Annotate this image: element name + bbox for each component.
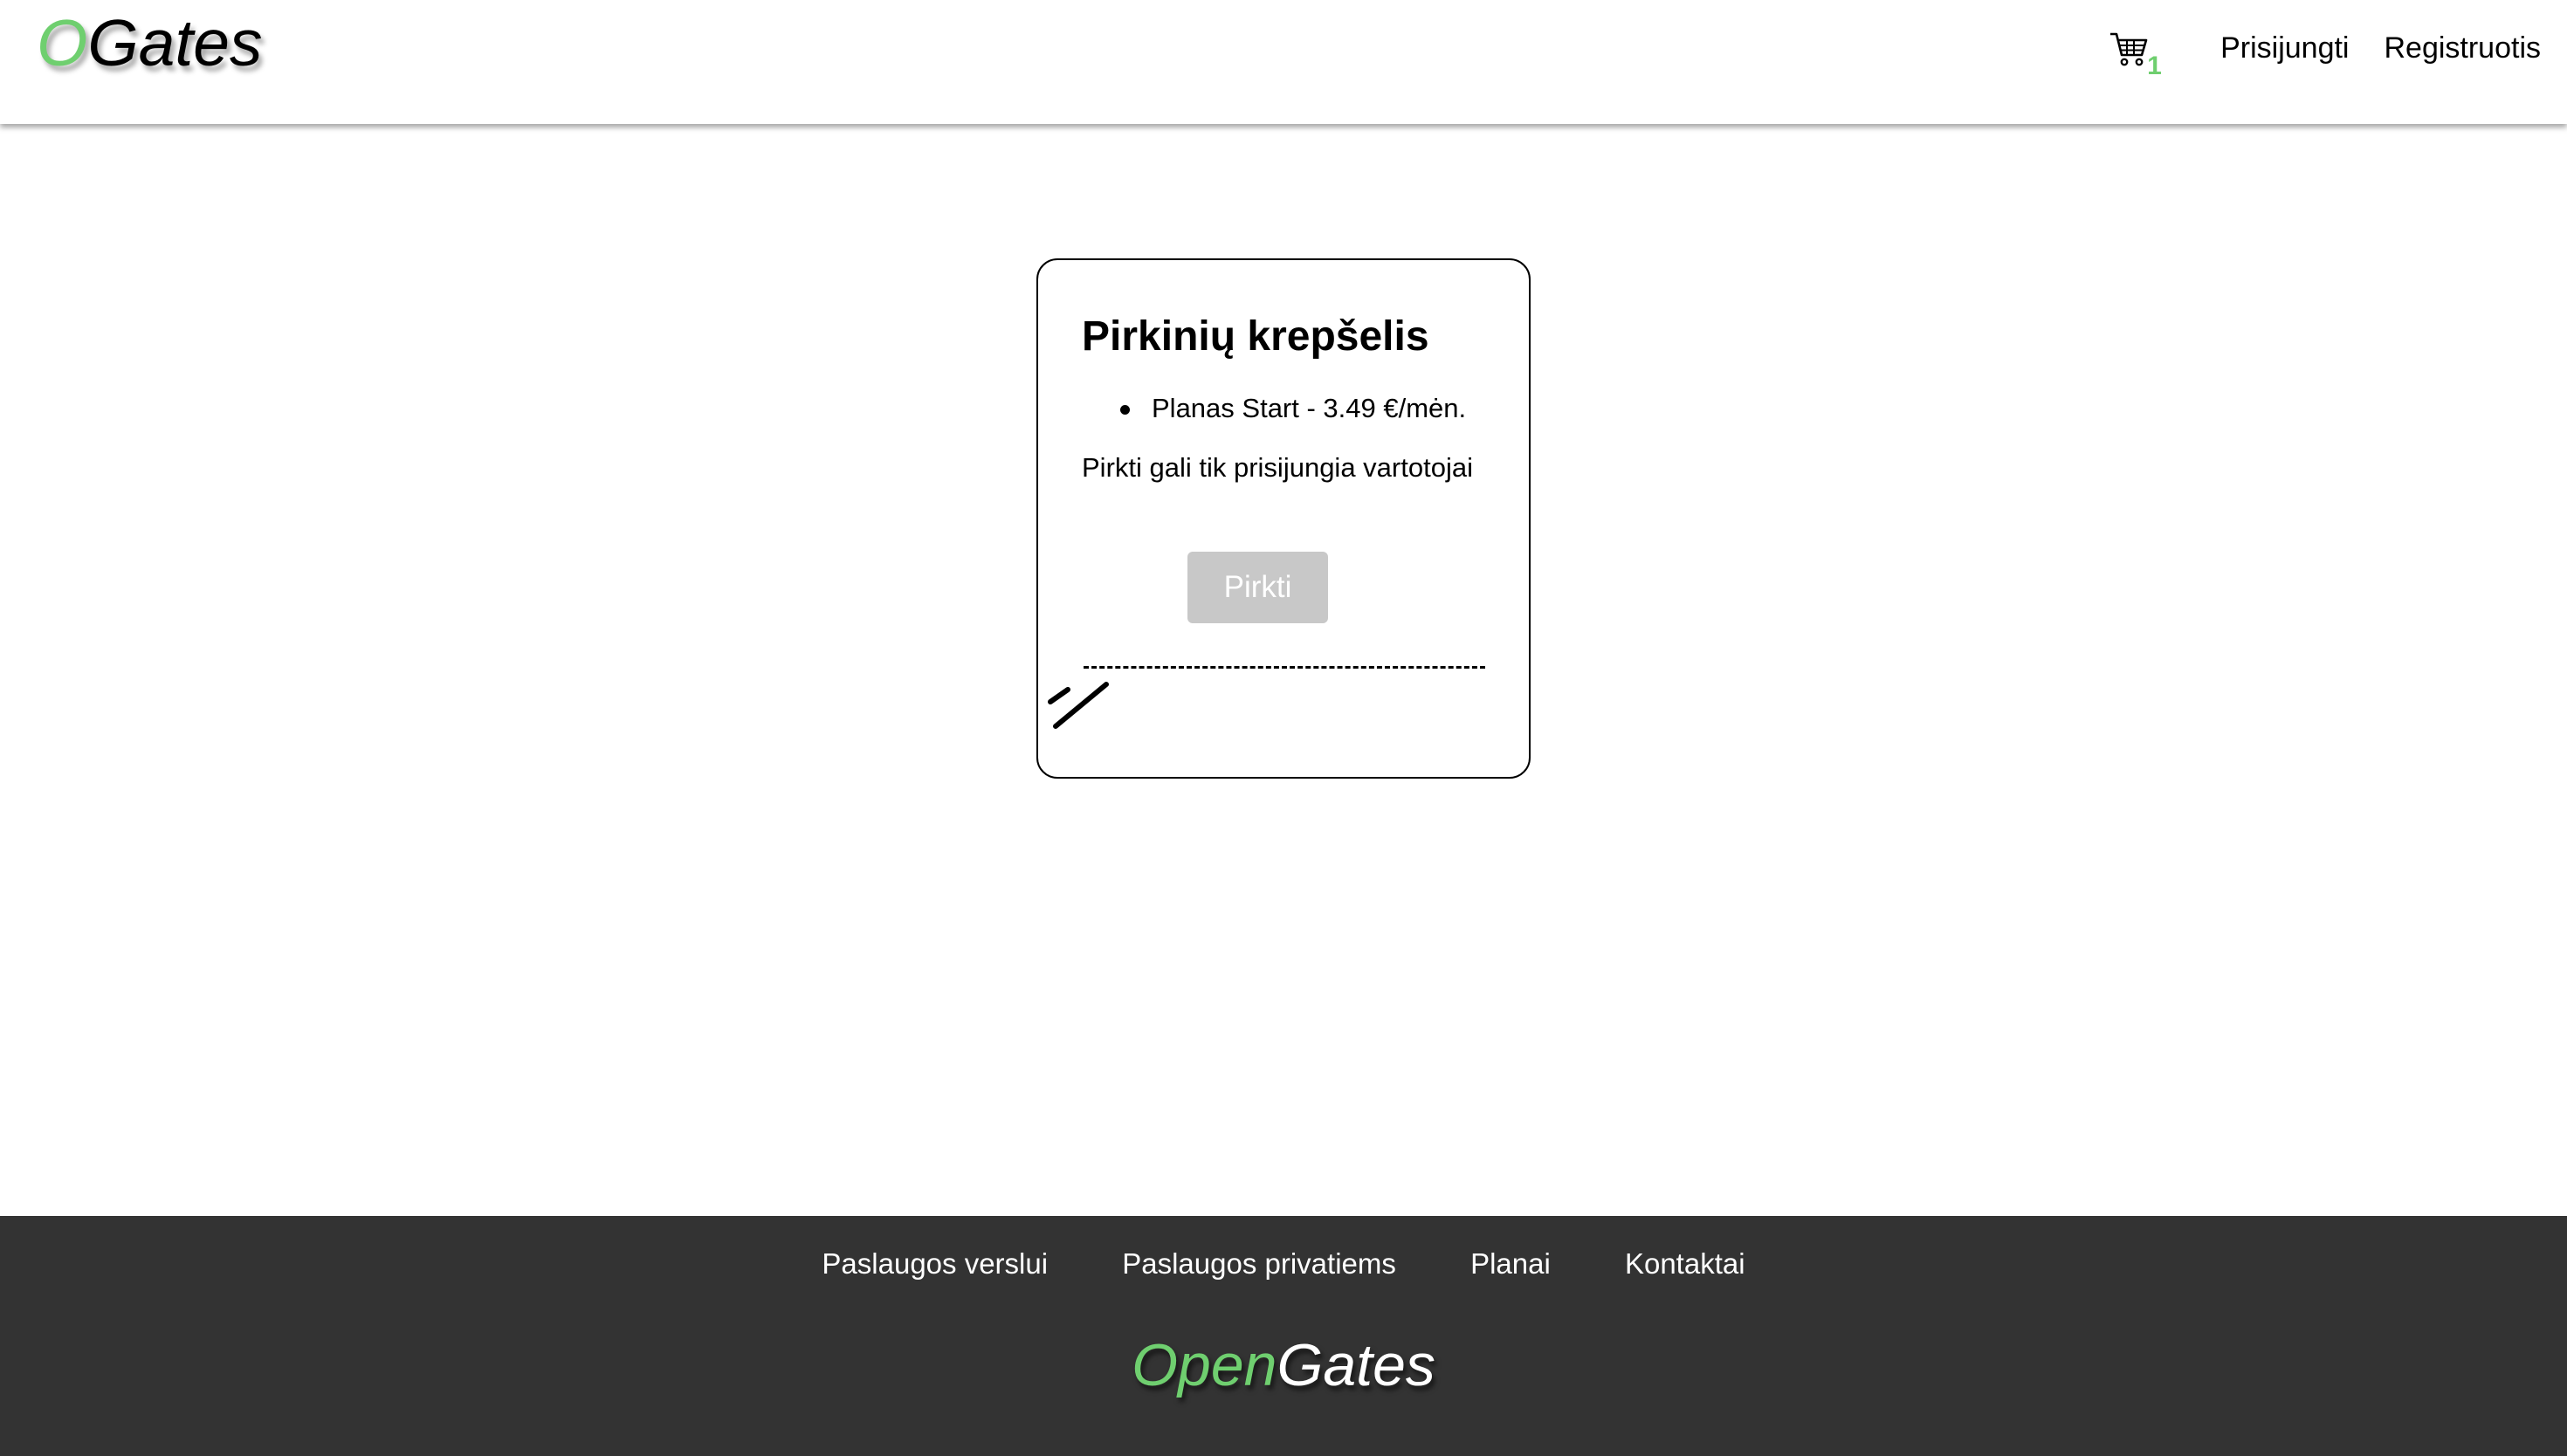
footer-link-business[interactable]: Paslaugos verslui — [822, 1247, 1048, 1281]
footer-link-private[interactable]: Paslaugos privatiems — [1122, 1247, 1396, 1281]
cart-count-badge: 1 — [2147, 52, 2162, 80]
cart-item: Planas Start - 3.49 €/mėn. — [1120, 393, 1467, 424]
shopping-cart-icon — [2110, 32, 2148, 66]
site-header: OGates 1 Prisijungti Registruotis — [0, 0, 2567, 124]
footer-link-plans[interactable]: Planai — [1470, 1247, 1551, 1281]
register-link[interactable]: Registruotis — [2384, 31, 2541, 65]
cart-card: Pirkinių krepšelis Planas Start - 3.49 €… — [1036, 258, 1531, 779]
cart-title: Pirkinių krepšelis — [1082, 313, 1429, 360]
footer-nav: Paslaugos verslui Paslaugos privatiems P… — [0, 1247, 2567, 1281]
cart-item-label: Planas Start - 3.49 €/mėn. — [1152, 393, 1467, 423]
footer-logo-accent: Open — [1132, 1332, 1277, 1398]
resize-handle-icon[interactable] — [1047, 677, 1113, 733]
login-link[interactable]: Prisijungti — [2220, 31, 2349, 65]
buy-button[interactable]: Pirkti — [1187, 552, 1328, 623]
logo-text: Gates — [87, 6, 263, 79]
footer-logo-text: Gates — [1277, 1332, 1435, 1398]
site-logo[interactable]: OGates — [37, 5, 262, 80]
header-nav: 1 Prisijungti Registruotis — [2109, 17, 2541, 79]
footer-logo: OpenGates — [0, 1331, 2567, 1399]
login-required-note: Pirkti gali tik prisijungia vartotojai — [1082, 452, 1473, 483]
logo-accent: O — [37, 6, 88, 79]
cart-items-list: Planas Start - 3.49 €/mėn. — [1082, 393, 1466, 424]
divider — [1084, 666, 1485, 669]
footer-link-contacts[interactable]: Kontaktai — [1625, 1247, 1745, 1281]
bullet-icon — [1120, 405, 1130, 415]
site-footer: Paslaugos verslui Paslaugos privatiems P… — [0, 1216, 2567, 1456]
cart-button[interactable]: 1 — [2109, 22, 2162, 79]
